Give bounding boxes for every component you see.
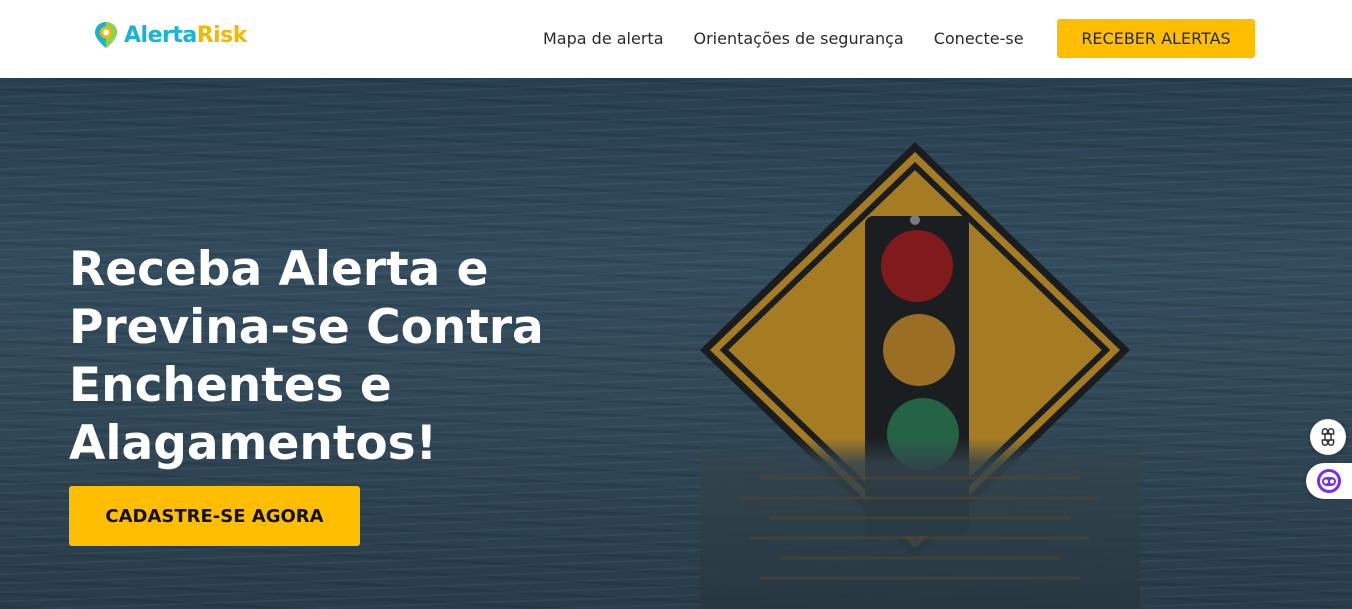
brand-name: AlertaRisk (124, 23, 247, 48)
command-widget-button[interactable] (1310, 419, 1346, 455)
map-pin-icon (95, 22, 117, 48)
brand-name-part2: Risk (196, 22, 248, 48)
hero-title: Receba Alerta e Previna-se Contra Enchen… (69, 242, 544, 471)
command-icon (1321, 428, 1335, 446)
chat-bot-icon (1317, 469, 1341, 493)
main-nav: Mapa de alerta Orientações de segurança … (543, 19, 1054, 58)
nav-link-mapa-de-alerta[interactable]: Mapa de alerta (543, 29, 664, 48)
brand-logo[interactable]: AlertaRisk (94, 20, 247, 50)
navbar: AlertaRisk Mapa de alerta Orientações de… (0, 0, 1352, 78)
receive-alerts-button[interactable]: RECEBER ALERTAS (1057, 19, 1255, 58)
signup-now-button[interactable]: CADASTRE-SE AGORA (69, 486, 360, 546)
nav-link-conecte-se[interactable]: Conecte-se (934, 29, 1024, 48)
nav-link-orientacoes-de-seguranca[interactable]: Orientações de segurança (694, 29, 904, 48)
chat-bot-widget-button[interactable] (1306, 463, 1352, 499)
hero-section: Receba Alerta e Previna-se Contra Enchen… (0, 78, 1352, 609)
brand-name-part1: Alerta (124, 22, 197, 48)
